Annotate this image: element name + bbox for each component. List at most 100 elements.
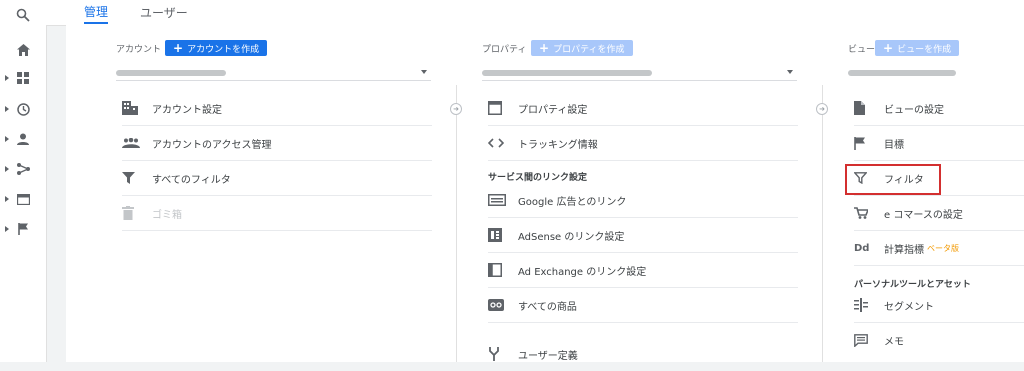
create-view-label: ビューを作成: [897, 44, 952, 55]
view-selector[interactable]: [848, 66, 1024, 80]
create-property-button[interactable]: + プロパティを作成: [531, 40, 633, 56]
divider: [488, 322, 798, 323]
account-access-label: アカウントのアクセス管理: [152, 139, 272, 151]
create-view-button[interactable]: + ビューを作成: [875, 40, 960, 56]
property-name-redacted: [482, 70, 652, 76]
goals-label: 目標: [884, 139, 904, 151]
property-settings-item[interactable]: プロパティ設定: [488, 91, 798, 125]
cart-icon: [854, 207, 876, 219]
expand-customization-caret[interactable]: [5, 75, 9, 81]
column-separator: [822, 85, 823, 362]
ad-exchange-link-item[interactable]: Ad Exchange のリンク設定: [488, 253, 798, 287]
ad-exchange-link-label: Ad Exchange のリンク設定: [518, 266, 647, 278]
admin-panel: アカウント + アカウントを作成 アカウント設定 アカウントのアクセス管理 すべ…: [66, 25, 1024, 362]
link-chain-icon: [488, 299, 510, 311]
custom-definitions-item[interactable]: ユーザー定義: [488, 337, 798, 371]
divider: [122, 230, 432, 231]
top-tab-bar: 管理 ユーザー: [46, 0, 1024, 26]
create-account-button[interactable]: + アカウントを作成: [165, 40, 268, 56]
all-filters-label: すべてのフィルタ: [152, 174, 231, 186]
plus-icon: +: [883, 41, 894, 55]
arrow-right-icon: ➜: [450, 103, 462, 115]
beta-badge: ベータ版: [927, 243, 959, 253]
dd-icon: Dd: [854, 242, 870, 254]
account-settings-label: アカウント設定: [152, 104, 222, 116]
product-linking-heading: サービス間のリンク設定: [488, 173, 588, 183]
account-settings-item[interactable]: アカウント設定: [122, 91, 432, 125]
create-property-label: プロパティを作成: [553, 44, 625, 55]
annotations-item[interactable]: メモ: [854, 323, 1024, 357]
calculated-metrics-item[interactable]: Dd 計算指標 ベータ版: [854, 231, 1024, 265]
expand-audience-caret[interactable]: [5, 136, 9, 142]
code-icon: [488, 138, 510, 148]
property-selector[interactable]: [482, 66, 797, 81]
window-icon: [488, 101, 510, 115]
column-separator: [456, 85, 457, 362]
chevron-down-icon: [787, 70, 793, 74]
plus-icon: +: [539, 41, 550, 55]
acquisition-icon[interactable]: [14, 160, 32, 178]
expand-behavior-caret[interactable]: [5, 196, 9, 202]
all-filters-item[interactable]: すべてのフィルタ: [122, 161, 432, 195]
all-products-item[interactable]: すべての商品: [488, 288, 798, 322]
left-nav-rail: [0, 0, 47, 362]
ad-exchange-icon: [488, 263, 510, 277]
fork-icon: [488, 347, 510, 361]
trash-label: ゴミ箱: [152, 209, 182, 221]
property-settings-label: プロパティ設定: [518, 104, 588, 116]
view-settings-item[interactable]: ビューの設定: [854, 91, 1024, 125]
ads-link-icon: [488, 194, 510, 206]
flag-icon[interactable]: [14, 220, 32, 238]
all-products-label: すべての商品: [518, 301, 577, 313]
view-name-redacted: [848, 70, 956, 76]
goals-item[interactable]: 目標: [854, 126, 1024, 160]
annotations-label: メモ: [884, 336, 904, 348]
tab-admin[interactable]: 管理: [84, 0, 109, 24]
expand-conversions-caret[interactable]: [5, 226, 9, 232]
flag-icon: [854, 136, 876, 150]
trash-item[interactable]: ゴミ箱: [122, 196, 432, 230]
home-icon[interactable]: [14, 41, 32, 59]
ecommerce-settings-item[interactable]: e コマースの設定: [854, 196, 1024, 230]
filter-icon: [122, 172, 144, 184]
create-account-label: アカウントを作成: [187, 44, 260, 55]
expand-realtime-caret[interactable]: [5, 106, 9, 112]
tracking-info-item[interactable]: トラッキング情報: [488, 126, 798, 160]
calculated-metrics-label: 計算指標: [884, 244, 924, 256]
building-icon: [122, 101, 144, 115]
clock-icon[interactable]: [14, 100, 32, 118]
adsense-icon: [488, 228, 510, 242]
segments-item[interactable]: セグメント: [854, 288, 1024, 322]
tracking-info-label: トラッキング情報: [518, 139, 598, 151]
trash-icon: [122, 206, 144, 220]
adsense-link-label: AdSense のリンク設定: [518, 231, 625, 243]
expand-acquisition-caret[interactable]: [5, 166, 9, 172]
person-icon[interactable]: [14, 130, 32, 148]
adsense-link-item[interactable]: AdSense のリンク設定: [488, 218, 798, 252]
account-name-redacted: [116, 70, 226, 76]
property-column-header: プロパティ: [482, 45, 527, 55]
custom-definitions-label: ユーザー定義: [518, 350, 578, 362]
people-icon: [122, 138, 144, 148]
account-access-item[interactable]: アカウントのアクセス管理: [122, 126, 432, 160]
view-settings-label: ビューの設定: [884, 104, 944, 116]
account-column-header: アカウント: [116, 45, 162, 55]
highlight-box: [845, 164, 941, 195]
customization-icon[interactable]: [14, 69, 32, 87]
ecommerce-settings-label: e コマースの設定: [884, 209, 963, 221]
google-ads-link-label: Google 広告とのリンク: [518, 196, 627, 208]
tab-user[interactable]: ユーザー: [140, 0, 188, 24]
comment-icon: [854, 333, 876, 347]
document-icon: [854, 101, 876, 115]
search-icon[interactable]: [14, 6, 32, 24]
behavior-icon[interactable]: [14, 190, 32, 208]
divider: [854, 265, 1024, 266]
divider: [488, 160, 798, 161]
view-column-header: ビュー: [848, 45, 876, 55]
plus-icon: +: [173, 41, 184, 55]
chevron-down-icon: [421, 70, 427, 74]
account-selector[interactable]: [116, 66, 431, 81]
google-ads-link-item[interactable]: Google 広告とのリンク: [488, 183, 798, 217]
segments-label: セグメント: [884, 301, 934, 313]
arrow-right-icon: ➜: [816, 103, 828, 115]
